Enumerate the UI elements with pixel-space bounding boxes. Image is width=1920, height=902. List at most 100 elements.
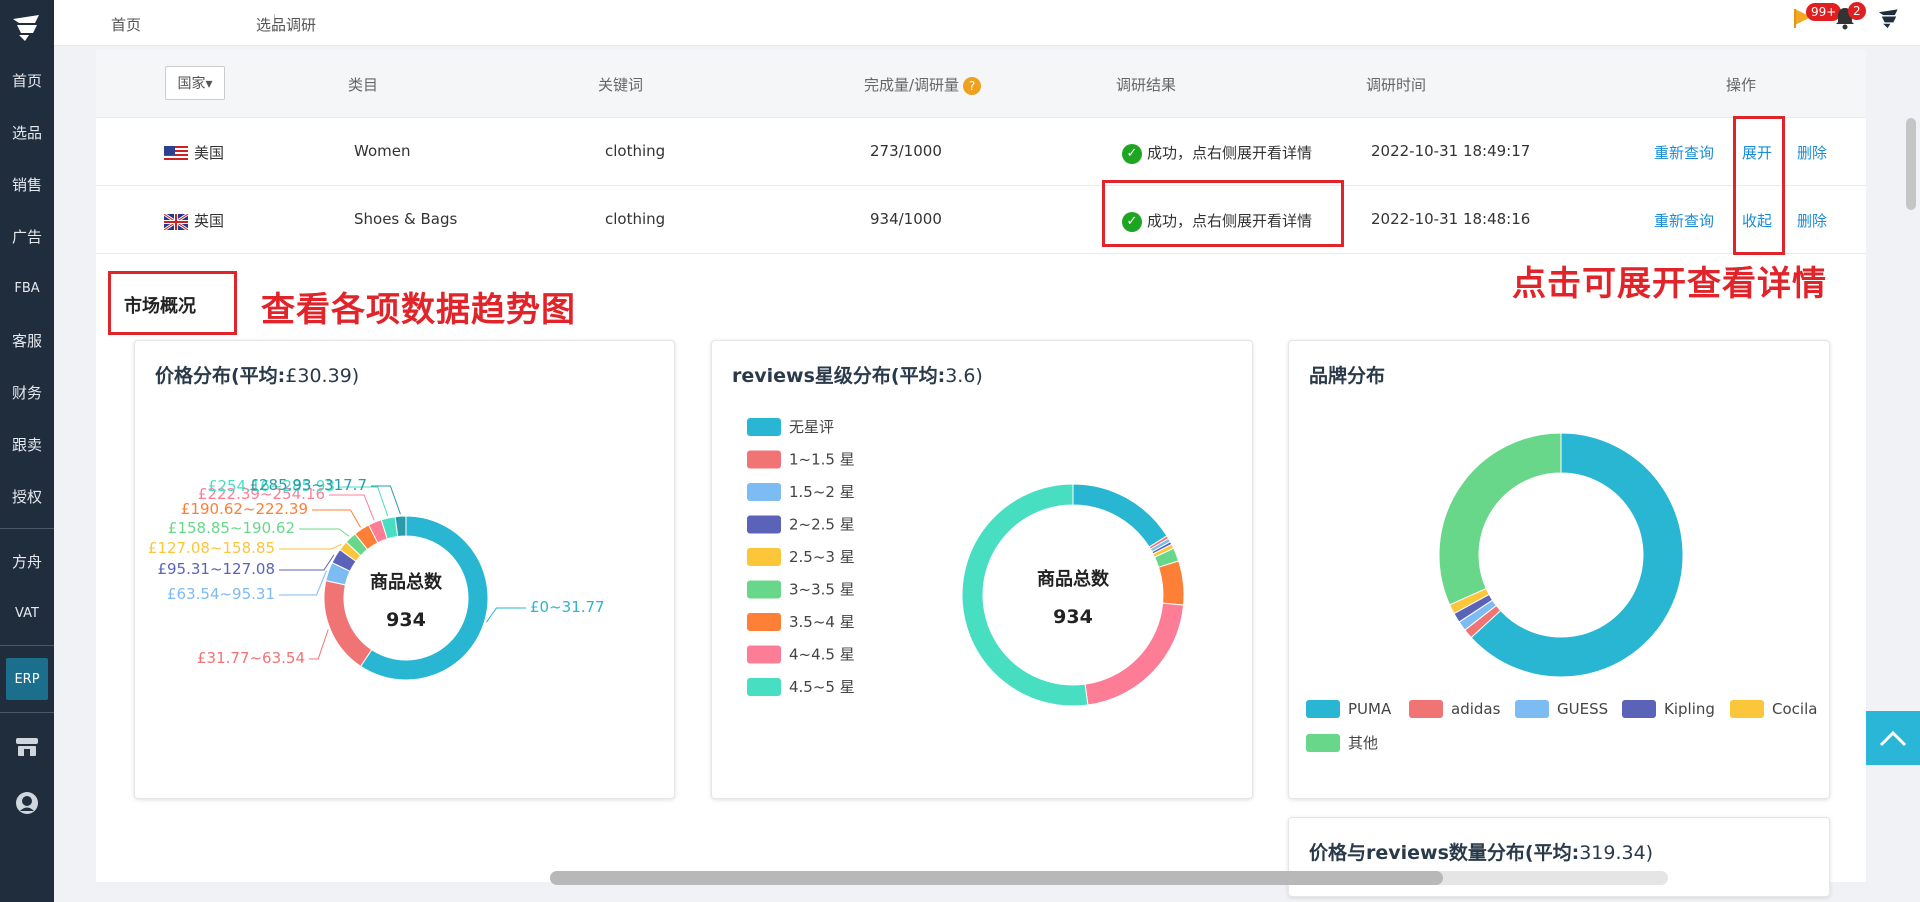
legend-label[interactable]: Kipling: [1664, 700, 1715, 718]
nav-auth[interactable]: 授权: [0, 470, 54, 522]
slice-label: £63.54~95.31: [167, 585, 275, 603]
avatar-icon: [1878, 9, 1898, 29]
table-row: 英国 Shoes & Bags clothing 934/1000 ✓ 成功，点右…: [96, 186, 1866, 254]
country-name: 英国: [194, 212, 225, 230]
label-leader-line: [279, 570, 327, 596]
nav-divider: [0, 528, 54, 529]
legend-label[interactable]: 2.5~3 星: [789, 548, 855, 566]
logo-icon: [13, 15, 39, 41]
nav-divider: [0, 645, 54, 646]
user-avatar[interactable]: [1876, 6, 1902, 34]
nav-erp[interactable]: ERP: [6, 658, 48, 700]
th-progress: 完成量/调研量?: [864, 74, 982, 95]
breadcrumb-home[interactable]: 首页: [111, 14, 141, 35]
result-text: 成功，点右侧展开看详情: [1147, 144, 1313, 162]
legend-swatch: [747, 483, 781, 501]
delete-button[interactable]: 删除: [1797, 210, 1827, 231]
card-title: 价格与reviews数量分布(平均:319.34): [1309, 838, 1653, 865]
store-icon[interactable]: [0, 719, 54, 775]
bell-notification[interactable]: 2: [1834, 2, 1866, 34]
donut-slice[interactable]: [1158, 560, 1185, 606]
horizontal-scrollbar-thumb[interactable]: [550, 871, 1443, 885]
legend-swatch: [1409, 700, 1443, 718]
slice-label: £0~31.77: [530, 598, 605, 616]
table-row: 美国 Women clothing 273/1000 ✓ 成功，点右侧展开看详情 …: [96, 118, 1866, 186]
th-ops: 操作: [1726, 76, 1757, 94]
nav-sales[interactable]: 销售: [0, 158, 54, 210]
legend-label[interactable]: 无星评: [789, 418, 834, 436]
legend-label[interactable]: 2~2.5 星: [789, 516, 855, 534]
donut-slice[interactable]: [323, 580, 373, 668]
label-leader-line: [486, 607, 526, 623]
breadcrumb-current[interactable]: 选品调研: [256, 14, 316, 35]
requery-button[interactable]: 重新查询: [1654, 142, 1714, 163]
logo[interactable]: [0, 0, 54, 54]
cell-progress: 934/1000: [870, 210, 942, 228]
chevron-up-icon: [1879, 730, 1907, 747]
back-to-top-button[interactable]: [1866, 711, 1920, 765]
cell-keyword: clothing: [605, 210, 666, 228]
legend-label[interactable]: Cocila: [1772, 700, 1817, 718]
nav-fba[interactable]: FBA: [0, 262, 54, 314]
slice-label: £285.93~317.7: [249, 476, 367, 494]
cell-country: 英国: [164, 210, 224, 231]
nav-home[interactable]: 首页: [0, 54, 54, 106]
title-end: ): [1645, 842, 1654, 864]
legend-label[interactable]: 3~3.5 星: [789, 581, 855, 599]
nav-ark[interactable]: 方舟: [0, 535, 54, 587]
legend-label[interactable]: 其他: [1348, 734, 1378, 752]
slice-label: £127.08~158.85: [148, 539, 275, 557]
main-content: 国家▾ 类目 关键词 完成量/调研量? 调研结果 调研时间 操作 美国 Wome…: [96, 50, 1866, 897]
label-leader-line: [279, 554, 335, 571]
flag-notification[interactable]: 99+: [1792, 3, 1842, 33]
th-result: 调研结果: [1116, 76, 1177, 94]
center-value: 934: [386, 609, 426, 631]
nav-finance[interactable]: 财务: [0, 366, 54, 418]
donut-slice[interactable]: [1438, 432, 1562, 606]
legend-label[interactable]: 3.5~4 星: [789, 613, 855, 631]
legend-swatch: [747, 515, 781, 534]
nav-vat[interactable]: VAT: [0, 587, 54, 639]
price-reviews-card: 价格与reviews数量分布(平均:319.34): [1288, 817, 1830, 897]
nav-ads[interactable]: 广告: [0, 210, 54, 262]
legend-swatch: [747, 418, 781, 436]
nav-selection[interactable]: 选品: [0, 106, 54, 158]
bell-badge: 2: [1848, 2, 1866, 20]
label-leader-line: [312, 509, 361, 528]
country-select[interactable]: 国家▾: [165, 66, 225, 100]
user-support-icon[interactable]: [0, 775, 54, 831]
legend-label[interactable]: 1~1.5 星: [789, 451, 855, 469]
horizontal-scrollbar[interactable]: [550, 871, 1668, 885]
th-progress-label: 完成量/调研量: [864, 76, 960, 94]
annotation-expand-tip: 点击可展开查看详情: [1512, 264, 1827, 304]
delete-button[interactable]: 删除: [1797, 142, 1827, 163]
legend-label[interactable]: GUESS: [1557, 700, 1608, 718]
legend-swatch: [747, 580, 781, 599]
donut-slice[interactable]: [1084, 602, 1185, 706]
reviews-distribution-card: reviews星级分布(平均:3.6) 商品总数 934 无星评 1~1.5 星 1.5…: [711, 340, 1253, 799]
nav-follow[interactable]: 跟卖: [0, 418, 54, 470]
legend-swatch: [747, 613, 781, 631]
legend-label[interactable]: PUMA: [1348, 700, 1392, 718]
label-leader-line: [309, 629, 329, 660]
legend-label[interactable]: 1.5~2 星: [789, 483, 855, 501]
legend-label[interactable]: 4.5~5 星: [789, 678, 855, 696]
legend-swatch: [1306, 734, 1340, 752]
nav-service[interactable]: 客服: [0, 314, 54, 366]
help-icon[interactable]: ?: [963, 76, 982, 95]
legend-label[interactable]: 4~4.5 星: [789, 646, 855, 664]
nav-divider: [0, 712, 54, 713]
cell-category: Shoes & Bags: [354, 210, 458, 228]
center-value: 934: [1053, 606, 1093, 628]
requery-button[interactable]: 重新查询: [1654, 210, 1714, 231]
legend-swatch: [747, 548, 781, 566]
uk-flag-icon: [164, 213, 188, 230]
vertical-scrollbar-thumb[interactable]: [1906, 118, 1916, 210]
brand-distribution-card: 品牌分布 PUMA adidas GUESS Kipling Cocila 其他: [1288, 340, 1830, 799]
donut-slice[interactable]: [1072, 483, 1168, 548]
legend-label[interactable]: adidas: [1451, 700, 1501, 718]
cell-result: ✓ 成功，点右侧展开看详情: [1122, 142, 1312, 164]
top-icons: 99+ 2: [1792, 2, 1902, 34]
donut-slice[interactable]: [961, 483, 1089, 707]
legend-swatch: [747, 645, 781, 664]
